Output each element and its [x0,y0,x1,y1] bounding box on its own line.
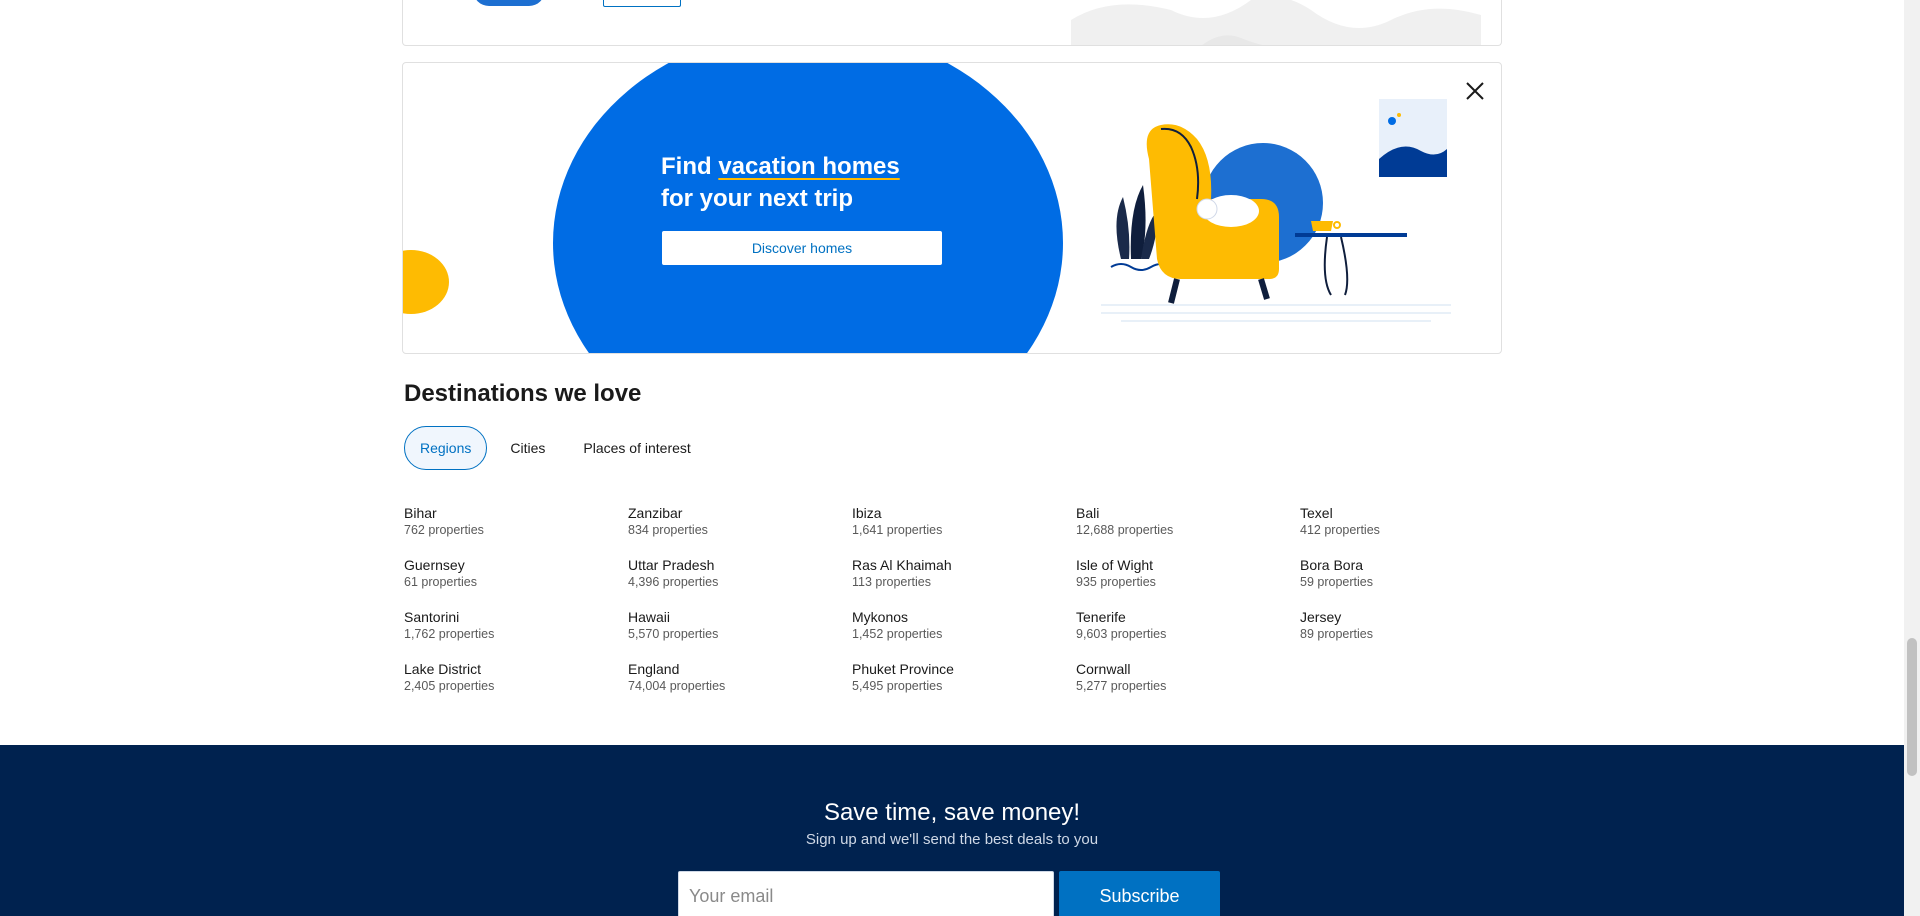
destination-name: Bihar [404,505,437,521]
close-icon[interactable] [1461,77,1489,105]
destination-count: 4,396 properties [628,575,719,589]
destination-count: 1,452 properties [852,627,943,641]
destination-item[interactable]: Cornwall 5,277 properties [1076,660,1300,694]
destination-item[interactable]: Bihar 762 properties [404,504,628,538]
newsletter-title: Save time, save money! [823,799,1081,826]
discover-homes-button[interactable]: Discover homes [662,231,942,265]
subscribe-button[interactable]: Subscribe [1059,871,1220,916]
destination-name: Tenerife [1076,609,1126,625]
destination-name: Ras Al Khaimah [852,557,952,573]
destination-name: Guernsey [404,557,465,573]
banner-headline: Find vacation homes for your next trip [661,151,900,215]
destination-count: 2,405 properties [404,679,495,693]
destination-item[interactable]: England 74,004 properties [628,660,852,694]
destinations-grid: Bihar 762 properties Zanzibar 834 properti… [404,504,1524,694]
destination-item[interactable]: Zanzibar 834 properties [628,504,852,538]
destination-name: Mykonos [852,609,909,625]
destination-count: 5,495 properties [852,679,943,693]
destination-item[interactable]: Jersey 89 properties [1300,608,1524,642]
newsletter-subtitle: Sign up and we'll send the best deals to… [805,831,1099,848]
destination-name: Jersey [1300,609,1342,625]
destinations-title: Destinations we love [404,380,642,407]
destination-count: 61 properties [404,575,477,589]
tab-regions[interactable]: Regions [404,426,488,470]
destination-name: England [628,661,680,677]
destination-count: 74,004 properties [628,679,726,693]
destination-item[interactable]: Tenerife 9,603 properties [1076,608,1300,642]
destination-item[interactable]: Santorini 1,762 properties [404,608,628,642]
world-map-graphic [1071,0,1481,45]
destination-count: 5,570 properties [628,627,719,641]
tab-places-of-interest[interactable]: Places of interest [568,426,705,470]
destination-name: Lake District [404,661,482,677]
destination-name: Santorini [404,609,460,625]
destination-name: Texel [1300,505,1333,521]
email-input[interactable] [678,871,1054,916]
destination-name: Ibiza [852,505,882,521]
destination-name: Bora Bora [1300,557,1364,573]
destination-name: Hawaii [628,609,671,625]
headline-line2: for your next trip [661,185,854,212]
page-scrollbar[interactable] [1904,0,1920,916]
destination-item[interactable]: Bora Bora 59 properties [1300,556,1524,590]
destination-name: Isle of Wight [1076,557,1154,573]
tab-cities[interactable]: Cities [495,426,560,470]
destination-tabs: Regions Cities Places of interest [404,426,706,470]
banner-yellow-dot [403,250,449,314]
destination-count: 5,277 properties [1076,679,1167,693]
destination-count: 59 properties [1300,575,1373,589]
headline-highlight: vacation homes [718,153,900,180]
destination-item[interactable]: Lake District 2,405 properties [404,660,628,694]
destination-count: 89 properties [1300,627,1373,641]
destination-item[interactable]: Uttar Pradesh 4,396 properties [628,556,852,590]
destination-name: Phuket Province [852,661,954,677]
destination-item[interactable]: Hawaii 5,570 properties [628,608,852,642]
headline-prefix: Find [661,153,719,180]
destination-item[interactable]: Ibiza 1,641 properties [852,504,1076,538]
newsletter-section: Save time, save money! Sign up and we'll… [0,745,1904,916]
destination-item[interactable]: Ras Al Khaimah 113 properties [852,556,1076,590]
armchair-cat-illustration [1101,99,1451,322]
vacation-homes-banner: Find vacation homes for your next trip D… [402,62,1502,354]
destination-item[interactable]: Bali 12,688 properties [1076,504,1300,538]
destination-item[interactable]: Mykonos 1,452 properties [852,608,1076,642]
destination-count: 935 properties [1076,575,1156,589]
destination-name: Cornwall [1076,661,1131,677]
destination-count: 113 properties [852,575,931,589]
destination-item[interactable]: Phuket Province 5,495 properties [852,660,1076,694]
previous-promo-card [402,0,1502,46]
destination-name: Zanzibar [628,505,683,521]
scrollbar-thumb[interactable] [1907,638,1917,776]
destination-count: 12,688 properties [1076,523,1174,537]
destination-item[interactable]: Guernsey 61 properties [404,556,628,590]
destination-count: 9,603 properties [1076,627,1167,641]
destination-count: 762 properties [404,523,484,537]
destination-name: Bali [1076,505,1100,521]
destination-item[interactable]: Texel 412 properties [1300,504,1524,538]
destination-item[interactable]: Isle of Wight 935 properties [1076,556,1300,590]
promo-button[interactable] [603,0,681,7]
destination-count: 412 properties [1300,523,1380,537]
destination-count: 834 properties [628,523,708,537]
promo-illustration [473,0,545,6]
destination-count: 1,762 properties [404,627,495,641]
destination-name: Uttar Pradesh [628,557,715,573]
destination-count: 1,641 properties [852,523,943,537]
